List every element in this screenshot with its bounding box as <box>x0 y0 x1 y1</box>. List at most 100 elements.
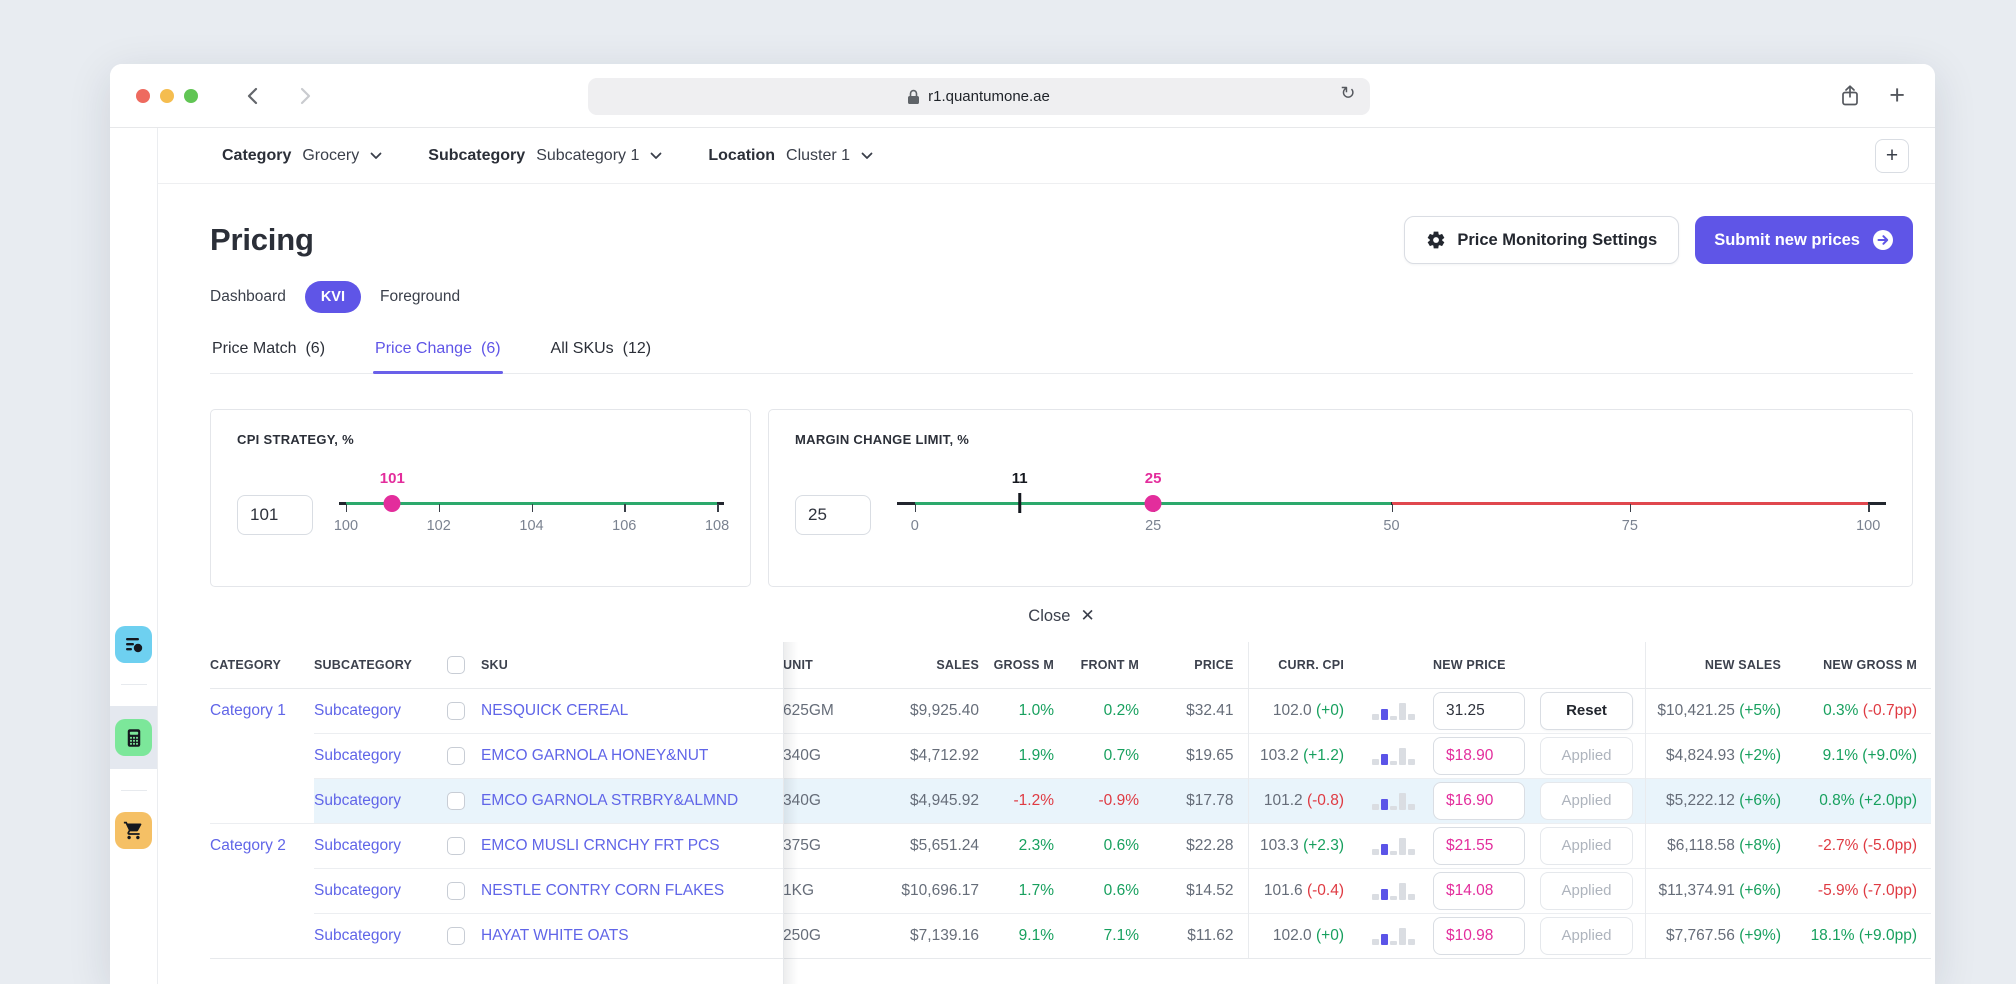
checkbox-cell <box>431 913 481 958</box>
subcategory-link[interactable]: Subcategory <box>314 747 401 764</box>
slider-handle-label: 101 <box>380 470 405 487</box>
action-cell: Applied <box>1540 823 1645 868</box>
new-sales-cell: $10,421.25 (+5%) <box>1645 688 1795 733</box>
cpi-strategy-slider[interactable]: 100102104106108101 <box>339 483 724 547</box>
subcategory-link[interactable]: Subcategory <box>314 927 401 944</box>
subcategory-filter[interactable]: Subcategory Subcategory 1 <box>428 147 662 165</box>
select-all-checkbox[interactable] <box>447 656 465 674</box>
location-filter[interactable]: Location Cluster 1 <box>708 147 873 165</box>
back-button[interactable] <box>246 87 260 105</box>
row-checkbox[interactable] <box>447 882 465 900</box>
price-cell: $19.65 <box>1153 733 1248 778</box>
chevron-down-icon <box>370 152 382 160</box>
unit-cell: 625GM <box>783 688 873 733</box>
sidebar-item-cart[interactable] <box>115 812 152 849</box>
subcategory-link[interactable]: Subcategory <box>314 837 401 854</box>
header-spark <box>1358 642 1433 688</box>
sku-link[interactable]: EMCO GARNOLA HONEY&NUT <box>481 747 708 764</box>
category-filter[interactable]: Category Grocery <box>222 147 382 165</box>
price-monitoring-settings-button[interactable]: Price Monitoring Settings <box>1404 216 1679 264</box>
submit-new-prices-button[interactable]: Submit new prices <box>1695 216 1913 264</box>
new-price-input[interactable]: 31.25 <box>1433 692 1525 730</box>
sku-link[interactable]: EMCO MUSLI CRNCHY FRT PCS <box>481 837 720 854</box>
new-price-input[interactable]: $10.98 <box>1433 917 1525 955</box>
applied-button[interactable]: Applied <box>1540 917 1633 955</box>
row-checkbox[interactable] <box>447 927 465 945</box>
slider-limit-marker-label: 11 <box>1012 470 1028 487</box>
subcategory-link[interactable]: Subcategory <box>314 792 401 809</box>
cart-icon <box>123 820 144 841</box>
pill-foreground[interactable]: Foreground <box>380 288 460 306</box>
reset-button[interactable]: Reset <box>1540 692 1633 730</box>
maximize-window-button[interactable] <box>184 89 198 103</box>
close-panels-button[interactable]: Close ✕ <box>210 606 1913 626</box>
sales-cell: $9,925.40 <box>873 688 993 733</box>
tab-price-match[interactable]: Price Match (6) <box>210 340 327 373</box>
slider-limit-marker <box>1018 493 1022 513</box>
new-tab-button[interactable]: + <box>1889 82 1905 109</box>
tab-price-change[interactable]: Price Change (6) <box>373 340 503 373</box>
action-cell: Applied <box>1540 778 1645 823</box>
header-front-m: FRONT M <box>1068 642 1153 688</box>
table-row: Category 2 Subcategory EMCO MUSLI CRNCHY F… <box>210 823 1931 868</box>
minimize-window-button[interactable] <box>160 89 174 103</box>
submit-button-label: Submit new prices <box>1714 231 1860 250</box>
unit-cell: 1KG <box>783 868 873 913</box>
reload-button[interactable]: ↻ <box>1340 83 1355 104</box>
sidebar-item-pricing-calculator[interactable] <box>115 719 152 756</box>
tab-count: (12) <box>623 340 651 358</box>
address-bar[interactable]: r1.quantumone.ae ↻ <box>588 78 1370 115</box>
sku-link[interactable]: EMCO GARNOLA STRBRY&ALMND <box>481 792 738 809</box>
checkbox-cell <box>431 868 481 913</box>
gross-m-cell: 2.3% <box>993 823 1068 868</box>
sidebar-item-reports[interactable] <box>115 626 152 663</box>
row-checkbox[interactable] <box>447 702 465 720</box>
new-sales-cell: $4,824.93 (+2%) <box>1645 733 1795 778</box>
row-checkbox[interactable] <box>447 747 465 765</box>
applied-button[interactable]: Applied <box>1540 782 1633 820</box>
sku-link[interactable]: NESQUICK CEREAL <box>481 702 628 719</box>
applied-button[interactable]: Applied <box>1540 872 1633 910</box>
slider-tick <box>624 504 626 512</box>
row-checkbox[interactable] <box>447 792 465 810</box>
sku-link[interactable]: HAYAT WHITE OATS <box>481 927 629 944</box>
curr-cpi-cell: 102.0 (+0) <box>1248 913 1358 958</box>
share-button[interactable] <box>1841 85 1859 106</box>
slider-tick-label: 100 <box>1856 518 1880 534</box>
new-price-input[interactable]: $21.55 <box>1433 827 1525 865</box>
sku-cell: EMCO MUSLI CRNCHY FRT PCS <box>481 823 783 868</box>
forward-button[interactable] <box>298 87 312 105</box>
slider-handle[interactable] <box>1145 495 1162 512</box>
new-gross-m-cell: 0.3% (-0.7pp) <box>1795 688 1931 733</box>
new-price-input[interactable]: $14.08 <box>1433 872 1525 910</box>
subcategory-link[interactable]: Subcategory <box>314 882 401 899</box>
front-m-cell: 0.7% <box>1068 733 1153 778</box>
unit-cell: 375G <box>783 823 873 868</box>
tab-all-skus[interactable]: All SKUs (12) <box>549 340 654 373</box>
pill-kvi[interactable]: KVI <box>305 281 361 313</box>
margin-limit-input[interactable] <box>795 495 871 535</box>
applied-button[interactable]: Applied <box>1540 827 1633 865</box>
margin-limit-slider[interactable]: 02550751001125 <box>897 483 1886 547</box>
pill-dashboard[interactable]: Dashboard <box>210 288 286 306</box>
applied-button[interactable]: Applied <box>1540 737 1633 775</box>
category-link[interactable]: Category 1 <box>210 702 286 719</box>
subcategory-link[interactable]: Subcategory <box>314 702 401 719</box>
sku-cell: EMCO GARNOLA HONEY&NUT <box>481 733 783 778</box>
new-price-input[interactable]: $18.90 <box>1433 737 1525 775</box>
cpi-strategy-input[interactable] <box>237 495 313 535</box>
slider-tick-label: 100 <box>334 518 358 534</box>
row-checkbox[interactable] <box>447 837 465 855</box>
tab-label: Price Change <box>375 340 472 358</box>
new-price-input[interactable]: $16.90 <box>1433 782 1525 820</box>
slider-handle-label: 25 <box>1145 470 1162 487</box>
close-window-button[interactable] <box>136 89 150 103</box>
category-link[interactable]: Category 2 <box>210 837 286 854</box>
table-row: Category 1 Subcategory NESQUICK CEREAL 625G… <box>210 688 1931 733</box>
sku-link[interactable]: NESTLE CONTRY CORN FLAKES <box>481 882 724 899</box>
curr-cpi-cell: 103.2 (+1.2) <box>1248 733 1358 778</box>
strategy-panels: CPI STRATEGY, % 100102104106108101 MARGI… <box>210 409 1913 587</box>
slider-handle[interactable] <box>384 495 401 512</box>
cpi-distribution-chart <box>1372 702 1415 720</box>
add-filter-button[interactable]: + <box>1875 139 1909 173</box>
